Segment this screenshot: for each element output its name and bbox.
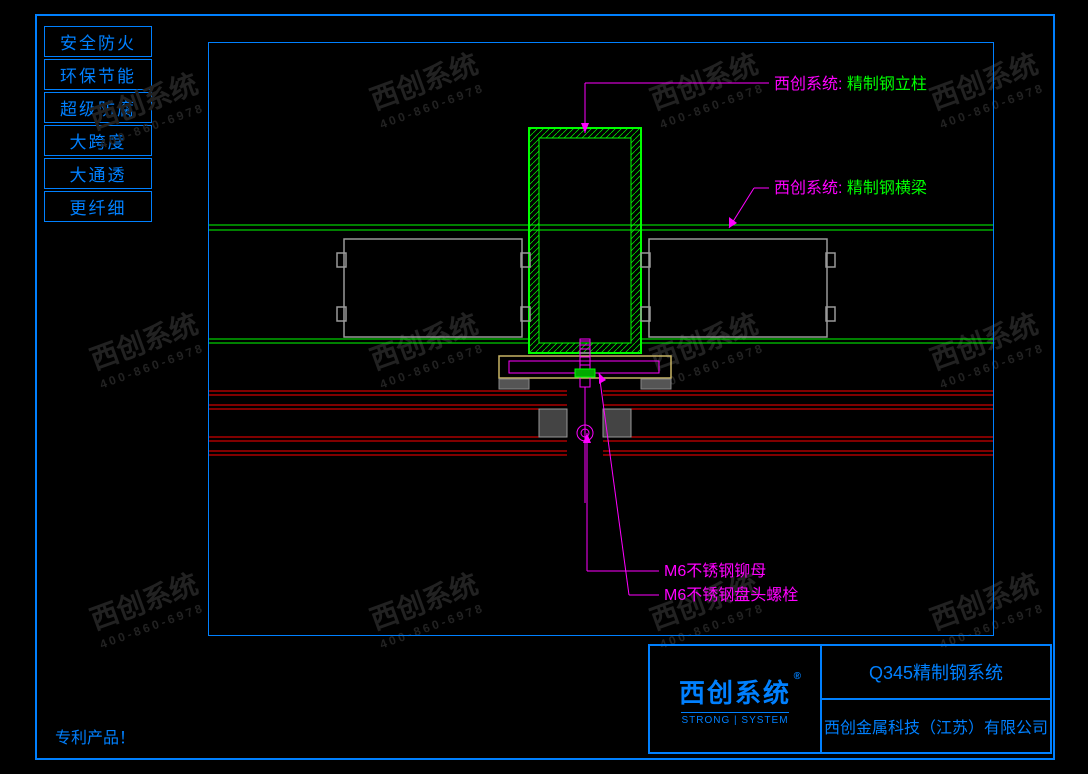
drawing-title: Q345精制钢系统 <box>822 646 1050 698</box>
side-channels <box>337 239 835 337</box>
svg-text:西创系统: 精制钢横梁: 西创系统: 精制钢横梁 <box>774 179 927 197</box>
label-prefix: 西创系统: <box>774 75 847 93</box>
svg-text:西创系统: 精制钢立柱: 西创系统: 精制钢立柱 <box>774 75 927 93</box>
label-bolt: M6不锈钢盘头螺栓 <box>664 585 798 604</box>
steel-column <box>529 128 641 353</box>
label-beam: 精制钢横梁 <box>847 179 927 197</box>
glass-panels <box>209 391 993 455</box>
company-name: 西创金属科技（江苏）有限公司 <box>822 698 1050 752</box>
label-column: 精制钢立柱 <box>847 75 927 93</box>
label-rivet: M6不锈钢铆母 <box>664 562 766 580</box>
sidebar-item: 环保节能 <box>44 59 152 90</box>
label-prefix: 西创系统: <box>774 179 847 197</box>
cad-drawing: 西创系统: 精制钢立柱 西创系统: 精制钢横梁 M6不锈钢铆母 <box>209 43 993 635</box>
logo-subtext: STRONG | SYSTEM <box>681 712 788 726</box>
cad-page: 安全防火 环保节能 超级防腐 大跨度 大通透 更纤细 西创系统400-860-6… <box>0 0 1088 774</box>
leader-column: 西创系统: 精制钢立柱 <box>581 75 927 133</box>
drawing-area: 西创系统: 精制钢立柱 西创系统: 精制钢横梁 M6不锈钢铆母 <box>208 42 994 636</box>
fastener <box>575 339 595 503</box>
patent-note: 专利产品！ <box>55 724 135 748</box>
sidebar-item: 大通透 <box>44 158 152 189</box>
title-block: 西创系统® STRONG | SYSTEM Q345精制钢系统 西创金属科技（江… <box>648 644 1052 754</box>
leader-beam: 西创系统: 精制钢横梁 <box>729 179 927 228</box>
sidebar-item: 安全防火 <box>44 26 152 57</box>
sidebar-item: 更纤细 <box>44 191 152 222</box>
sidebar: 安全防火 环保节能 超级防腐 大跨度 大通透 更纤细 <box>44 26 152 224</box>
steel-beam <box>209 225 993 343</box>
sidebar-item: 大跨度 <box>44 125 152 156</box>
sidebar-item: 超级防腐 <box>44 92 152 123</box>
logo-block: 西创系统® STRONG | SYSTEM <box>650 646 822 752</box>
logo-text: 西创系统® <box>679 673 791 710</box>
